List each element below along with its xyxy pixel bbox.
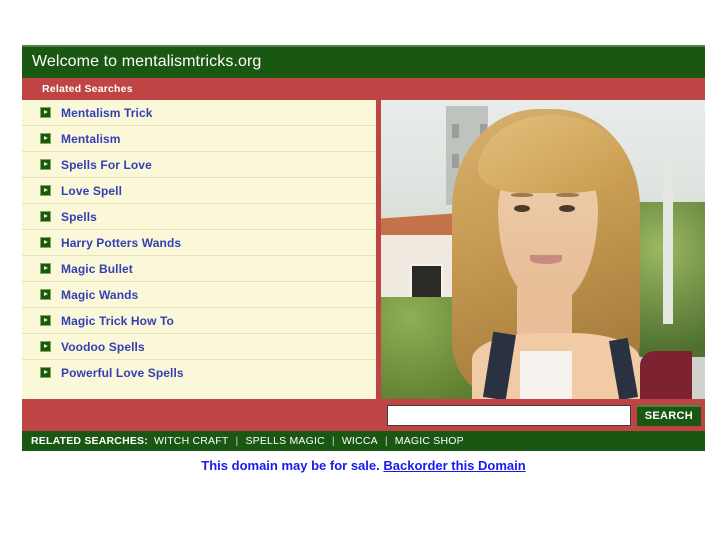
list-item[interactable]: Mentalism bbox=[22, 126, 376, 152]
page-title: Welcome to mentalismtricks.org bbox=[22, 45, 705, 78]
list-item[interactable]: Powerful Love Spells bbox=[22, 360, 376, 385]
related-link[interactable]: Magic Wands bbox=[61, 288, 138, 302]
footer-related-searches: RELATED SEARCHES: WITCH CRAFT | SPELLS M… bbox=[22, 431, 705, 451]
list-item[interactable]: Magic Trick How To bbox=[22, 308, 376, 334]
related-links-column: Mentalism Trick Mentalism Spells For Lov… bbox=[22, 100, 376, 399]
list-item[interactable]: Spells bbox=[22, 204, 376, 230]
related-link[interactable]: Spells bbox=[61, 210, 97, 224]
photo-seat bbox=[640, 351, 693, 399]
photo-brow-right bbox=[555, 192, 579, 197]
footer-separator: | bbox=[235, 435, 239, 447]
footer-term[interactable]: MAGIC SHOP bbox=[395, 435, 464, 447]
hero-photo bbox=[381, 100, 705, 399]
arrow-bullet-icon bbox=[40, 341, 51, 352]
sale-text: This domain may be for sale. bbox=[201, 458, 380, 473]
list-item[interactable]: Harry Potters Wands bbox=[22, 230, 376, 256]
backorder-domain-link[interactable]: Backorder this Domain bbox=[383, 458, 525, 473]
footer-label: RELATED SEARCHES: bbox=[31, 435, 148, 447]
footer-term[interactable]: WICCA bbox=[342, 435, 378, 447]
search-input[interactable] bbox=[386, 404, 631, 426]
list-item[interactable]: Spells For Love bbox=[22, 152, 376, 178]
footer-term[interactable]: SPELLS MAGIC bbox=[245, 435, 324, 447]
related-link[interactable]: Mentalism Trick bbox=[61, 106, 153, 120]
footer-separator: | bbox=[331, 435, 335, 447]
related-link[interactable]: Mentalism bbox=[61, 132, 121, 146]
related-link[interactable]: Magic Bullet bbox=[61, 262, 133, 276]
related-link[interactable]: Powerful Love Spells bbox=[61, 366, 184, 380]
footer-separator: | bbox=[384, 435, 388, 447]
arrow-bullet-icon bbox=[40, 263, 51, 274]
related-links-list: Mentalism Trick Mentalism Spells For Lov… bbox=[22, 100, 376, 385]
related-link[interactable]: Voodoo Spells bbox=[61, 340, 145, 354]
photo-shirt bbox=[520, 351, 573, 399]
arrow-bullet-icon bbox=[40, 237, 51, 248]
related-link[interactable]: Love Spell bbox=[61, 184, 122, 198]
arrow-bullet-icon bbox=[40, 185, 51, 196]
list-item[interactable]: Love Spell bbox=[22, 178, 376, 204]
footer-term[interactable]: WITCH CRAFT bbox=[154, 435, 229, 447]
photo-eye-right bbox=[559, 204, 576, 212]
related-link[interactable]: Magic Trick How To bbox=[61, 314, 174, 328]
arrow-bullet-icon bbox=[40, 107, 51, 118]
arrow-bullet-icon bbox=[40, 211, 51, 222]
search-bar: SEARCH bbox=[22, 399, 705, 431]
list-item[interactable]: Mentalism Trick bbox=[22, 100, 376, 126]
photo-pole bbox=[662, 159, 673, 325]
page-root: Welcome to mentalismtricks.org Related S… bbox=[0, 0, 727, 545]
related-searches-heading: Related Searches bbox=[22, 78, 705, 100]
domain-sale-notice: This domain may be for sale. Backorder t… bbox=[0, 458, 727, 473]
arrow-bullet-icon bbox=[40, 289, 51, 300]
list-item[interactable]: Magic Bullet bbox=[22, 256, 376, 282]
arrow-bullet-icon bbox=[40, 133, 51, 144]
related-link[interactable]: Harry Potters Wands bbox=[61, 236, 181, 250]
arrow-bullet-icon bbox=[40, 367, 51, 378]
content-row: Mentalism Trick Mentalism Spells For Lov… bbox=[22, 100, 705, 399]
list-item[interactable]: Magic Wands bbox=[22, 282, 376, 308]
related-link[interactable]: Spells For Love bbox=[61, 158, 152, 172]
hero-photo-column bbox=[381, 100, 705, 399]
list-item[interactable]: Voodoo Spells bbox=[22, 334, 376, 360]
content-frame: Welcome to mentalismtricks.org Related S… bbox=[22, 45, 705, 451]
photo-eye-left bbox=[513, 204, 531, 212]
search-button[interactable]: SEARCH bbox=[636, 404, 701, 426]
photo-brow-left bbox=[510, 192, 534, 197]
arrow-bullet-icon bbox=[40, 159, 51, 170]
arrow-bullet-icon bbox=[40, 315, 51, 326]
